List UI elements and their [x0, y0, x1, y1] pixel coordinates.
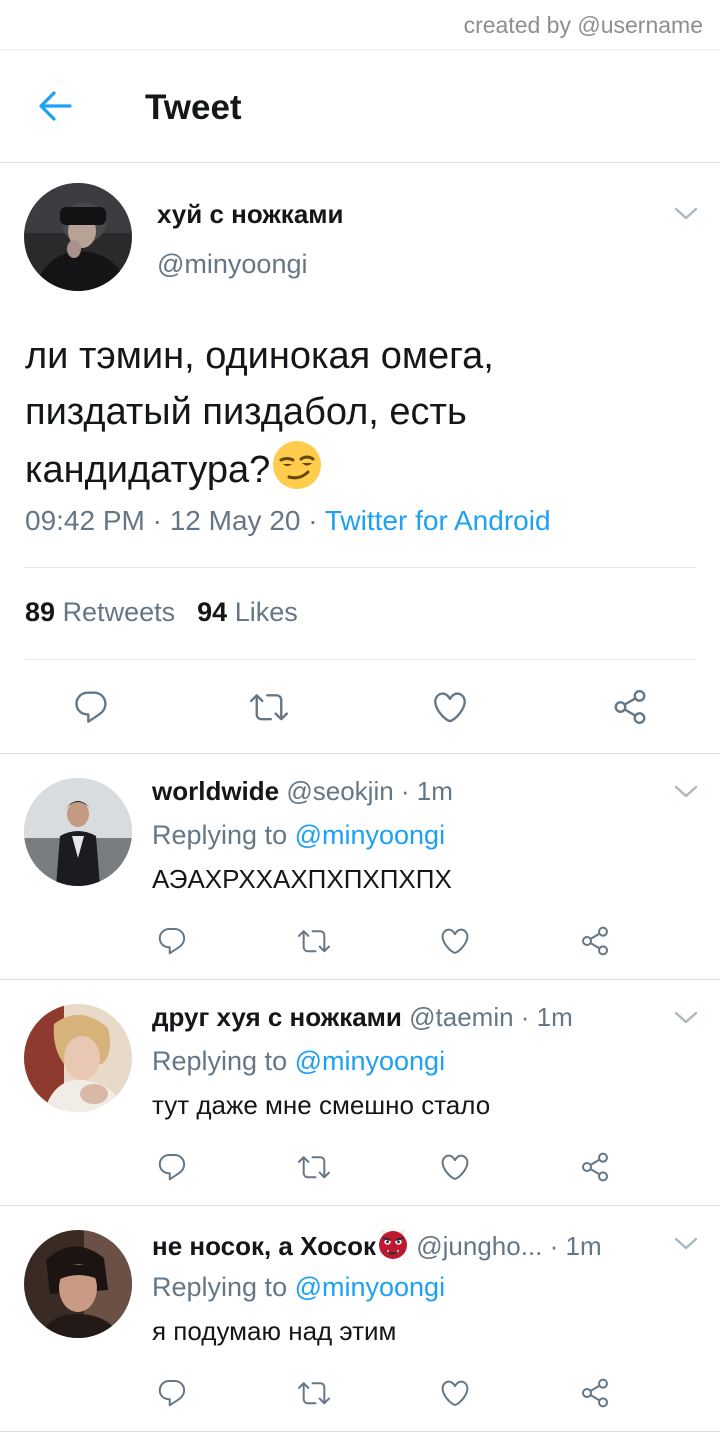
mention-link[interactable]: @minyoongi: [295, 1046, 445, 1076]
smirking-face-icon: [272, 440, 322, 506]
retweet-icon: [250, 688, 288, 726]
reply-handle: @jungho...: [416, 1231, 543, 1261]
reply-text: АЭАХРХХАХПХПХПХПХ: [152, 864, 452, 894]
heart-icon: [431, 688, 469, 726]
share-icon: [579, 925, 611, 957]
arrow-left-icon: [39, 91, 72, 121]
avatar[interactable]: [24, 1004, 132, 1112]
chevron-down-icon: [673, 205, 699, 223]
reply-display-name: не носок, а Хосок: [152, 1231, 377, 1261]
mention-link[interactable]: @minyoongi: [295, 820, 445, 850]
retweet-button[interactable]: [298, 1151, 330, 1183]
replying-to-label: Replying to: [152, 1046, 295, 1076]
reply-handle: @seokjin: [286, 776, 394, 806]
reply-icon: [156, 1151, 188, 1183]
tweet-meta: 09:42 PM · 12 May 20 · Twitter for Andro…: [25, 505, 551, 537]
retweet-button[interactable]: [250, 688, 288, 726]
retweet-icon: [298, 1377, 330, 1409]
likes-stat[interactable]: 94 Likes: [197, 597, 298, 627]
likes-label: Likes: [234, 597, 298, 627]
share-button[interactable]: [579, 1151, 611, 1183]
reply-text: я подумаю над этим: [152, 1316, 397, 1346]
tweet-text-line-part: кандидатура?: [25, 449, 271, 491]
heart-icon: [439, 1151, 471, 1183]
handle: @minyoongi: [157, 249, 308, 279]
reply-icon: [156, 1377, 188, 1409]
divider: [25, 659, 696, 660]
share-button[interactable]: [611, 688, 649, 726]
avatar[interactable]: [24, 183, 132, 291]
avatar[interactable]: [24, 778, 132, 886]
like-button[interactable]: [439, 925, 471, 957]
app-header: Tweet: [0, 50, 720, 163]
page-title: Tweet: [145, 88, 242, 127]
heart-icon: [439, 1377, 471, 1409]
credit-text: created by @username: [463, 12, 703, 38]
retweets-stat[interactable]: 89 Retweets: [25, 597, 175, 627]
reply-author-line: worldwide @seokjin · 1m: [152, 776, 453, 807]
share-icon: [579, 1151, 611, 1183]
reply-button[interactable]: [72, 688, 110, 726]
credit-bar: created by @username: [0, 0, 720, 50]
reply-time: · 1m: [513, 1002, 573, 1032]
retweet-icon: [298, 925, 330, 957]
divider: [0, 1431, 720, 1432]
chevron-down-icon: [673, 1235, 699, 1253]
reply-display-name: worldwide: [152, 776, 280, 806]
reply-button[interactable]: [156, 1377, 188, 1409]
like-button[interactable]: [439, 1377, 471, 1409]
replying-to-label: Replying to: [152, 820, 295, 850]
reply-text: тут даже мне смешно стало: [152, 1090, 491, 1120]
like-button[interactable]: [439, 1151, 471, 1183]
retweets-label: Retweets: [62, 597, 176, 627]
tweet-text-line: пиздатый пиздабол, есть: [25, 391, 467, 433]
tweet-menu-button[interactable]: [673, 783, 699, 801]
retweet-button[interactable]: [298, 925, 330, 957]
back-button[interactable]: [30, 86, 82, 126]
retweet-button[interactable]: [298, 1377, 330, 1409]
share-button[interactable]: [579, 1377, 611, 1409]
tweet-timestamp: 09:42 PM · 12 May 20 ·: [25, 505, 325, 536]
tweet-text: ли тэмин, одинокая омега, пиздатый пизда…: [25, 328, 695, 506]
tweet-text-line: кандидатура?: [25, 440, 695, 506]
divider: [0, 979, 720, 980]
reply-author-line: не носок, а Хосок @jungho... · 1m: [152, 1228, 602, 1267]
likes-count: 94: [197, 597, 228, 627]
display-name: хуй с ножками: [157, 199, 344, 229]
ogre-icon: [377, 1228, 409, 1267]
divider: [0, 1205, 720, 1206]
reply-button[interactable]: [156, 1151, 188, 1183]
replying-to: Replying to @minyoongi: [152, 1272, 445, 1303]
like-button[interactable]: [431, 688, 469, 726]
tweet-menu-button[interactable]: [673, 1009, 699, 1027]
divider: [0, 753, 720, 754]
reply-time: · 1m: [542, 1231, 602, 1261]
retweets-count: 89: [25, 597, 56, 627]
tweet-menu-button[interactable]: [673, 205, 699, 223]
tweet-stats: 89 Retweets 94 Likes: [25, 597, 298, 628]
replying-to: Replying to @minyoongi: [152, 1046, 445, 1077]
reply-button[interactable]: [156, 925, 188, 957]
chevron-down-icon: [673, 1009, 699, 1027]
reply-handle: @taemin: [409, 1002, 514, 1032]
reply-icon: [156, 925, 188, 957]
share-icon: [579, 1377, 611, 1409]
avatar[interactable]: [24, 1230, 132, 1338]
reply-display-name: друг хуя с ножками: [152, 1002, 402, 1032]
reply-time: · 1m: [393, 776, 453, 806]
retweet-icon: [298, 1151, 330, 1183]
tweet-source-link[interactable]: Twitter for Android: [325, 505, 551, 536]
chevron-down-icon: [673, 783, 699, 801]
reply-icon: [72, 688, 110, 726]
share-button[interactable]: [579, 925, 611, 957]
replying-to: Replying to @minyoongi: [152, 820, 445, 851]
share-icon: [611, 688, 649, 726]
mention-link[interactable]: @minyoongi: [295, 1272, 445, 1302]
divider: [25, 567, 696, 568]
tweet-menu-button[interactable]: [673, 1235, 699, 1253]
tweet-text-line: ли тэмин, одинокая омега,: [25, 335, 494, 377]
heart-icon: [439, 925, 471, 957]
replying-to-label: Replying to: [152, 1272, 295, 1302]
reply-author-line: друг хуя с ножками @taemin · 1m: [152, 1002, 573, 1033]
